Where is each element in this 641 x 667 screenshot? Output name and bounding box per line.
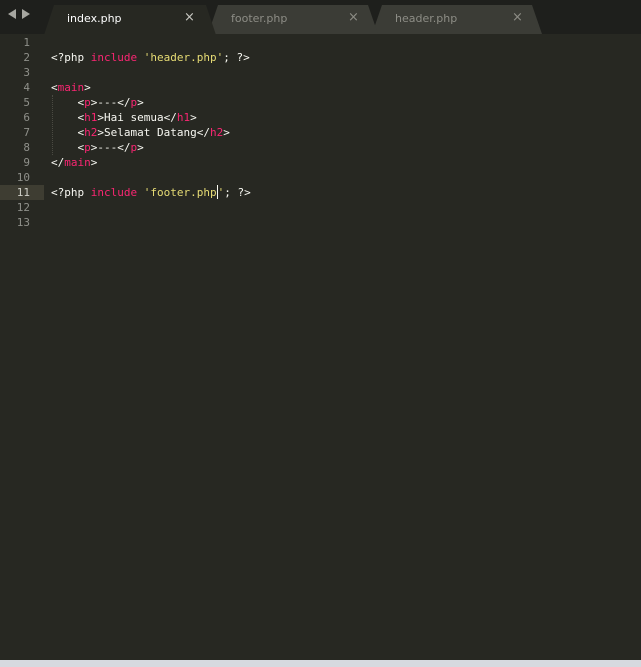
tab-header-php[interactable]: header.php ×	[372, 5, 542, 34]
code-token: >Hai semua</	[97, 111, 177, 124]
code-token: main	[57, 81, 85, 94]
code-token: p	[84, 96, 91, 109]
tab-footer-php[interactable]: footer.php ×	[208, 5, 378, 34]
close-icon[interactable]: ×	[348, 11, 359, 24]
close-icon[interactable]: ×	[184, 11, 195, 24]
code-token: <	[51, 111, 85, 124]
line-number: 3	[23, 66, 30, 79]
editor-window: header.php × footer.php × index.php × 12…	[0, 0, 641, 667]
line-number: 4	[23, 81, 30, 94]
code-token: <	[51, 96, 85, 109]
code-token: >Selamat Datang</	[97, 126, 210, 139]
code-token: p	[84, 141, 91, 154]
code-line[interactable]: <h2>Selamat Datang</h2>	[51, 125, 230, 140]
line-number-gutter: 1 2 3 4 5 6 7 8 9 10 11 12 13	[0, 34, 44, 660]
code-token: <?php	[51, 51, 91, 64]
line-number: 1	[23, 36, 30, 49]
code-token: h2	[84, 126, 98, 139]
code-token: ; ?>	[224, 186, 251, 199]
code-token: >	[190, 111, 197, 124]
line-number: 7	[23, 126, 30, 139]
code-token: h1	[176, 111, 191, 124]
code-token: <	[51, 81, 58, 94]
line-number: 13	[16, 216, 30, 229]
tab-navigation	[8, 9, 30, 19]
code-token: >	[223, 126, 230, 139]
code-token: >	[84, 81, 91, 94]
code-token: include	[90, 51, 138, 64]
code-token: <	[51, 141, 85, 154]
code-token: >	[90, 156, 98, 169]
code-line[interactable]: <?php include 'footer.php'; ?>	[51, 185, 251, 200]
code-token: h2	[209, 126, 224, 139]
code-line[interactable]: <h1>Hai semua</h1>	[51, 110, 197, 125]
indent-guide	[52, 95, 53, 155]
code-editor[interactable]: 1 2 3 4 5 6 7 8 9 10 11 12 13 <?php include 'header.…	[0, 34, 641, 660]
tab-label: header.php	[395, 12, 458, 25]
line-number: 11	[16, 186, 30, 199]
code-token: main	[64, 156, 91, 169]
code-line[interactable]: <main>	[51, 80, 91, 95]
line-number: 12	[16, 201, 30, 214]
line-number: 6	[23, 111, 30, 124]
close-icon[interactable]: ×	[512, 11, 523, 24]
code-line[interactable]: <p>---</p>	[51, 140, 144, 155]
tab-label: footer.php	[231, 12, 288, 25]
code-line[interactable]: <p>---</p>	[51, 95, 144, 110]
code-token: >---</	[90, 141, 131, 154]
code-token: include	[90, 186, 138, 199]
code-token: >---</	[90, 96, 131, 109]
code-token: 'header.php'	[143, 51, 224, 64]
line-number: 8	[23, 141, 30, 154]
code-token: 'footer.php	[143, 186, 217, 199]
line-number: 2	[23, 51, 30, 64]
line-number: 9	[23, 156, 30, 169]
code-token: <?php	[51, 186, 91, 199]
code-token: >	[137, 141, 144, 154]
status-bar	[0, 660, 641, 667]
tab-bar: header.php × footer.php × index.php ×	[0, 0, 641, 35]
arrow-left-icon[interactable]	[8, 9, 16, 19]
code-line[interactable]: <?php include 'header.php'; ?>	[51, 50, 250, 65]
arrow-right-icon[interactable]	[22, 9, 30, 19]
code-token: h1	[84, 111, 98, 124]
code-token: >	[137, 96, 144, 109]
line-number: 10	[16, 171, 30, 184]
code-token: <	[51, 126, 85, 139]
line-number: 5	[23, 96, 30, 109]
code-token: ; ?>	[223, 51, 250, 64]
tab-label: index.php	[67, 12, 122, 25]
code-token: </	[51, 156, 65, 169]
tab-index-php[interactable]: index.php ×	[44, 5, 216, 35]
code-line[interactable]: </main>	[51, 155, 97, 170]
